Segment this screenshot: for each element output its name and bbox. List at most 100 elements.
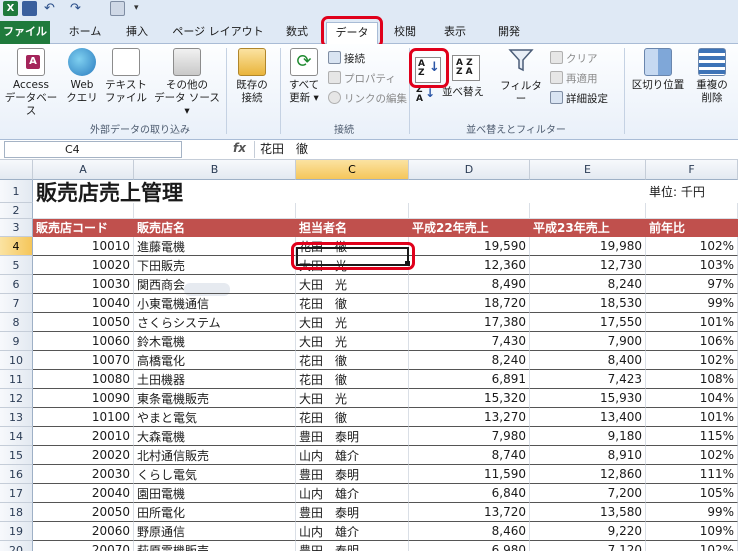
cell-a17[interactable]: 20040 — [33, 484, 134, 503]
cell-a6[interactable]: 10030 — [33, 275, 134, 294]
tab-page-layout[interactable]: ページ レイアウト — [170, 22, 266, 44]
access-database-button[interactable]: Access データベース — [2, 48, 60, 118]
cell-e17[interactable]: 7,200 — [530, 484, 646, 503]
tab-insert[interactable]: 挿入 — [117, 22, 157, 44]
cell-c10[interactable]: 花田 徹 — [296, 351, 409, 370]
cell-a11[interactable]: 10080 — [33, 370, 134, 389]
name-box[interactable]: C4 — [4, 141, 182, 158]
cell-a14[interactable]: 20010 — [33, 427, 134, 446]
cell-d6[interactable]: 8,490 — [409, 275, 530, 294]
row-header-5[interactable]: 5 — [0, 256, 33, 275]
cell-d7[interactable]: 18,720 — [409, 294, 530, 313]
cell-f15[interactable]: 102% — [646, 446, 738, 465]
cell-f9[interactable]: 106% — [646, 332, 738, 351]
excel-icon[interactable]: X — [3, 1, 18, 16]
sort-ascending-button[interactable]: AZ ↓ — [415, 57, 441, 83]
tab-developer[interactable]: 開発 — [489, 22, 529, 44]
cell-e1[interactable] — [530, 180, 646, 203]
cell-e7[interactable]: 18,530 — [530, 294, 646, 313]
cell-d13[interactable]: 13,270 — [409, 408, 530, 427]
cell-e13[interactable]: 13,400 — [530, 408, 646, 427]
cell-e16[interactable]: 12,860 — [530, 465, 646, 484]
row-header-20[interactable]: 20 — [0, 541, 33, 551]
cell-d2[interactable] — [409, 203, 530, 219]
sort-dialog-button[interactable]: A ZZ A — [452, 55, 480, 81]
cell-b1[interactable] — [134, 180, 296, 203]
sort-descending-button[interactable]: ZA ↓ — [415, 86, 435, 104]
column-header-c[interactable]: C — [296, 160, 409, 180]
cell-a15[interactable]: 20020 — [33, 446, 134, 465]
cell-a8[interactable]: 10050 — [33, 313, 134, 332]
reapply-button[interactable]: 再適用 — [550, 71, 598, 88]
row-header-11[interactable]: 11 — [0, 370, 33, 389]
chevron-down-icon[interactable]: ▾ — [134, 1, 149, 16]
fill-handle[interactable] — [405, 261, 410, 266]
cell-d11[interactable]: 6,891 — [409, 370, 530, 389]
redo-icon[interactable]: ↷ — [68, 1, 83, 16]
cell-c3[interactable]: 担当者名 — [296, 219, 409, 237]
row-header-15[interactable]: 15 — [0, 446, 33, 465]
cell-a19[interactable]: 20060 — [33, 522, 134, 541]
row-header-14[interactable]: 14 — [0, 427, 33, 446]
cell-e2[interactable] — [530, 203, 646, 219]
cell-c18[interactable]: 豊田 泰明 — [296, 503, 409, 522]
cell-b12[interactable]: 東条電機販売 — [134, 389, 296, 408]
cell-e14[interactable]: 9,180 — [530, 427, 646, 446]
cell-a1[interactable]: 販売店売上管理 — [33, 180, 183, 205]
undo-icon[interactable]: ↶ — [42, 1, 57, 16]
column-header-e[interactable]: E — [530, 160, 646, 180]
text-to-columns-button[interactable]: 区切り位置 — [628, 48, 688, 92]
cell-b7[interactable]: 小東電機通信 — [134, 294, 296, 313]
connections-button[interactable]: 接続 — [328, 51, 365, 68]
cell-b20[interactable]: 萩原電機販売 — [134, 541, 296, 551]
cell-d1[interactable] — [409, 180, 530, 203]
cell-b3[interactable]: 販売店名 — [134, 219, 296, 237]
cell-f8[interactable]: 101% — [646, 313, 738, 332]
cell-e5[interactable]: 12,730 — [530, 256, 646, 275]
cell-c17[interactable]: 山内 雄介 — [296, 484, 409, 503]
cell-f1[interactable]: 単位: 千円 — [646, 180, 738, 203]
row-header-4[interactable]: 4 — [0, 237, 33, 256]
cell-f14[interactable]: 115% — [646, 427, 738, 446]
cell-f18[interactable]: 99% — [646, 503, 738, 522]
text-file-button[interactable]: テキスト ファイル — [104, 48, 148, 105]
cell-b19[interactable]: 野原通信 — [134, 522, 296, 541]
row-header-9[interactable]: 9 — [0, 332, 33, 351]
filter-button[interactable]: フィルター — [496, 48, 546, 106]
edit-links-button[interactable]: リンクの編集 — [328, 91, 407, 108]
cell-c19[interactable]: 山内 雄介 — [296, 522, 409, 541]
cell-f20[interactable]: 102% — [646, 541, 738, 551]
column-header-d[interactable]: D — [409, 160, 530, 180]
cell-d10[interactable]: 8,240 — [409, 351, 530, 370]
tab-home[interactable]: ホーム — [60, 22, 110, 44]
cell-d8[interactable]: 17,380 — [409, 313, 530, 332]
cell-b4[interactable]: 進藤電機 — [134, 237, 296, 256]
cell-f2[interactable] — [646, 203, 738, 219]
cell-a18[interactable]: 20050 — [33, 503, 134, 522]
cell-f17[interactable]: 105% — [646, 484, 738, 503]
tab-view[interactable]: 表示 — [435, 22, 475, 44]
cell-a9[interactable]: 10060 — [33, 332, 134, 351]
insert-function-icon[interactable]: fx — [233, 141, 246, 155]
cell-d20[interactable]: 6,980 — [409, 541, 530, 551]
cell-a12[interactable]: 10090 — [33, 389, 134, 408]
cell-c2[interactable] — [296, 203, 409, 219]
cell-c7[interactable]: 花田 徹 — [296, 294, 409, 313]
cell-d12[interactable]: 15,320 — [409, 389, 530, 408]
cell-e18[interactable]: 13,580 — [530, 503, 646, 522]
tab-data[interactable]: データ — [326, 22, 378, 44]
cell-f7[interactable]: 99% — [646, 294, 738, 313]
cell-f16[interactable]: 111% — [646, 465, 738, 484]
cell-a4[interactable]: 10010 — [33, 237, 134, 256]
cell-a20[interactable]: 20070 — [33, 541, 134, 551]
cell-d3[interactable]: 平成22年売上 — [409, 219, 530, 237]
cell-f5[interactable]: 103% — [646, 256, 738, 275]
clear-filter-button[interactable]: クリア — [550, 51, 598, 68]
row-header-12[interactable]: 12 — [0, 389, 33, 408]
cell-c9[interactable]: 大田 光 — [296, 332, 409, 351]
cell-b2[interactable] — [134, 203, 296, 219]
cell-e15[interactable]: 8,910 — [530, 446, 646, 465]
cell-c1[interactable] — [296, 180, 409, 203]
cell-f6[interactable]: 97% — [646, 275, 738, 294]
cell-e20[interactable]: 7,120 — [530, 541, 646, 551]
